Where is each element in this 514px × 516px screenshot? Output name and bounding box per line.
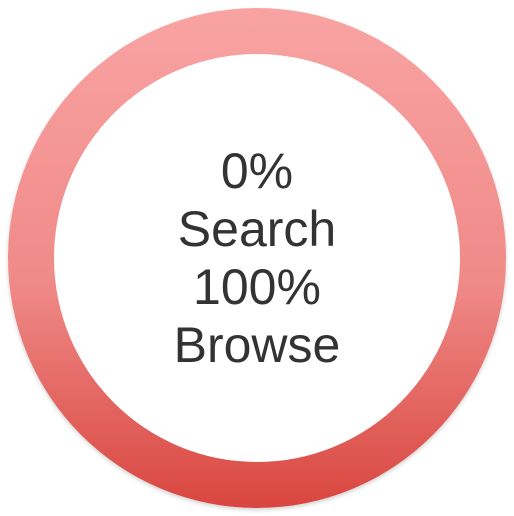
search-label: Search bbox=[177, 201, 337, 257]
browse-label: Browse bbox=[173, 317, 341, 373]
badge-label-stack: 0% Search 100% Browse bbox=[0, 0, 514, 516]
browse-percentage: 100% bbox=[193, 259, 321, 315]
search-percentage: 0% bbox=[220, 143, 294, 199]
